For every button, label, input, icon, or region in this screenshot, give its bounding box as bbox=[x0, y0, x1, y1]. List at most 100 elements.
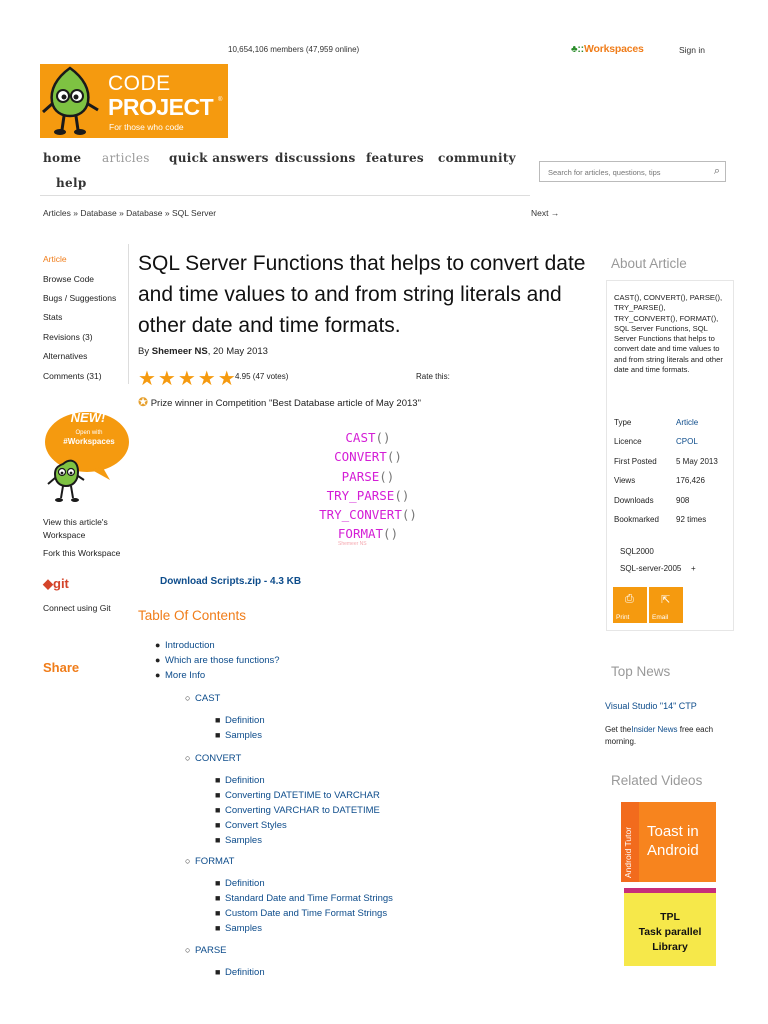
search-input[interactable] bbox=[540, 163, 700, 182]
search-box: ⌕ bbox=[539, 161, 726, 182]
breadcrumb[interactable]: Articles » Database » Database » SQL Ser… bbox=[43, 208, 216, 218]
toc-heading: Table Of Contents bbox=[138, 608, 247, 623]
toc-item[interactable]: ○ CONVERT bbox=[185, 753, 241, 764]
tag-sql-server-2005[interactable]: SQL-server-2005 bbox=[620, 564, 681, 573]
view-workspace-link-line2[interactable]: Workspace bbox=[43, 530, 85, 540]
git-icon: ◆ bbox=[43, 576, 53, 591]
toc-item[interactable]: ■ Samples bbox=[215, 835, 262, 846]
toc-item[interactable]: ■ Samples bbox=[215, 730, 262, 741]
toc-item[interactable]: ■ Standard Date and Time Format Strings bbox=[215, 893, 393, 904]
toc-item[interactable]: ● Which are those functions? bbox=[155, 655, 280, 666]
toc-item[interactable]: ■ Custom Date and Time Format Strings bbox=[215, 908, 387, 919]
toc-item[interactable]: ■ Definition bbox=[215, 715, 265, 726]
left-nav-article[interactable]: Article bbox=[43, 254, 67, 264]
bob-mascot-icon bbox=[42, 66, 99, 135]
toc-item[interactable]: ● More Info bbox=[155, 670, 205, 681]
nav-community[interactable]: community bbox=[438, 151, 516, 165]
git-label: git bbox=[53, 576, 69, 591]
nav-divider bbox=[40, 195, 530, 196]
tag-sql2000[interactable]: SQL2000 bbox=[620, 547, 654, 556]
prize-text: Prize winner in Competition "Best Databa… bbox=[150, 398, 421, 409]
news-item-link[interactable]: Visual Studio "14" CTP bbox=[605, 701, 697, 711]
badge-new-text: NEW! bbox=[71, 410, 106, 425]
video-thumbnail-toast-android[interactable]: Android Tutor Toast in Android bbox=[621, 802, 716, 882]
article-title: SQL Server Functions that helps to conve… bbox=[138, 252, 586, 337]
toc-item[interactable]: ■ Definition bbox=[215, 775, 265, 786]
video-title: TPL Task parallel Library bbox=[638, 911, 702, 953]
tag-more-button[interactable]: + bbox=[691, 564, 696, 573]
insider-news-link[interactable]: Insider News bbox=[631, 725, 677, 734]
about-article-box: CAST(), CONVERT(), PARSE(), TRY_PARSE(),… bbox=[606, 280, 734, 631]
top-news-heading: Top News bbox=[611, 664, 671, 679]
toc-item[interactable]: ○ PARSE bbox=[185, 945, 227, 956]
hash-icon: :: bbox=[577, 43, 584, 55]
left-nav-stats[interactable]: Stats bbox=[43, 312, 62, 322]
author-link[interactable]: Shemeer NS bbox=[152, 346, 208, 357]
functions-image: CAST() CONVERT() PARSE() TRY_PARSE() TRY… bbox=[288, 428, 448, 544]
fork-workspace-link[interactable]: Fork this Workspace bbox=[43, 548, 120, 558]
open-with-workspaces-badge[interactable]: NEW! Open with #Workspaces bbox=[40, 402, 132, 512]
badge-open-text: Open with bbox=[75, 430, 102, 436]
view-workspace-link-line1[interactable]: View this article's bbox=[43, 517, 108, 527]
workspaces-badge-graphic: NEW! Open with #Workspaces bbox=[45, 410, 129, 502]
toc-item[interactable]: ■ Definition bbox=[215, 878, 265, 889]
left-nav-comments[interactable]: Comments (31) bbox=[43, 371, 102, 381]
next-article-link[interactable]: Next → bbox=[531, 208, 559, 218]
left-nav-alternatives[interactable]: Alternatives bbox=[43, 351, 87, 361]
left-nav-revisions[interactable]: Revisions (3) bbox=[43, 332, 93, 342]
toc-item[interactable]: ○ FORMAT bbox=[185, 856, 234, 867]
nav-help[interactable]: help bbox=[56, 176, 87, 190]
byline-by: By bbox=[138, 346, 150, 357]
left-nav-bugs[interactable]: Bugs / Suggestions bbox=[43, 293, 116, 303]
git-logo[interactable]: ◆git bbox=[43, 576, 69, 592]
prize-banner: ✪ Prize winner in Competition "Best Data… bbox=[138, 395, 421, 409]
workspaces-label: Workspaces bbox=[583, 43, 644, 55]
about-description: CAST(), CONVERT(), PARSE(), TRY_PARSE(),… bbox=[614, 293, 723, 375]
print-button[interactable]: ⎙ Print bbox=[613, 587, 647, 623]
about-article-heading: About Article bbox=[611, 256, 687, 271]
nav-features[interactable]: features bbox=[366, 151, 424, 165]
toc-item[interactable]: ○ CAST bbox=[185, 693, 220, 704]
logo-tagline: For those who code bbox=[109, 122, 184, 132]
video-thumbnail-tpl[interactable]: TPL Task parallel Library bbox=[624, 888, 716, 966]
codeproject-logo[interactable]: CODE PROJECT ® For those who code bbox=[40, 64, 228, 138]
printer-icon: ⎙ bbox=[625, 593, 634, 605]
toc-item[interactable]: ● Introduction bbox=[155, 640, 215, 651]
left-nav-divider bbox=[128, 244, 129, 384]
toc-item[interactable]: ■ Converting VARCHAR to DATETIME bbox=[215, 805, 380, 816]
related-videos-heading: Related Videos bbox=[611, 773, 703, 788]
toc-item[interactable]: ■ Definition bbox=[215, 967, 265, 978]
nav-articles[interactable]: articles bbox=[102, 151, 150, 165]
email-button[interactable]: ⇱ Email bbox=[649, 587, 683, 623]
nav-discussions[interactable]: discussions bbox=[275, 151, 356, 165]
func-convert: CONVERT() bbox=[334, 449, 402, 465]
share-heading[interactable]: Share bbox=[43, 660, 79, 675]
medal-icon: ✪ bbox=[138, 395, 149, 409]
publish-date: , 20 May 2013 bbox=[207, 346, 268, 357]
toc-item[interactable]: ■ Samples bbox=[215, 923, 262, 934]
badge-ws-text: #Workspaces bbox=[63, 437, 115, 446]
nav-quick-answers[interactable]: quick answers bbox=[169, 151, 269, 165]
member-count: 10,654,106 members (47,959 online) bbox=[228, 45, 360, 54]
func-parse: PARSE() bbox=[341, 468, 395, 484]
video-side-label: Android Tutor bbox=[623, 826, 633, 878]
func-try-parse: TRY_PARSE() bbox=[326, 487, 410, 503]
sign-in-link[interactable]: Sign in bbox=[679, 45, 705, 55]
toc-item[interactable]: ■ Converting DATETIME to VARCHAR bbox=[215, 790, 380, 801]
connect-git-link[interactable]: Connect using Git bbox=[43, 603, 111, 613]
logo-code-text: CODE bbox=[108, 72, 171, 95]
toc-item[interactable]: ■ Convert Styles bbox=[215, 820, 287, 831]
rating-value: 4.95 (47 votes) bbox=[235, 372, 289, 381]
top-bar: 10,654,106 members (47,959 online) ♣::Wo… bbox=[0, 0, 768, 62]
workspaces-link[interactable]: ♣::Workspaces bbox=[571, 43, 644, 55]
byline: By Shemeer NS, 20 May 2013 bbox=[138, 346, 268, 357]
rate-this-label[interactable]: Rate this: bbox=[416, 372, 450, 381]
nav-home[interactable]: home bbox=[43, 151, 81, 165]
search-icon[interactable]: ⌕ bbox=[714, 165, 720, 178]
left-nav-browse-code[interactable]: Browse Code bbox=[43, 274, 94, 284]
share-arrow-icon: ⇱ bbox=[661, 594, 671, 606]
logo-registered: ® bbox=[218, 97, 223, 103]
download-scripts-link[interactable]: Download Scripts.zip - 4.3 KB bbox=[160, 576, 301, 587]
func-cast: CAST() bbox=[345, 430, 391, 445]
insider-news-text: Get theInsider News free each morning. bbox=[605, 725, 714, 746]
